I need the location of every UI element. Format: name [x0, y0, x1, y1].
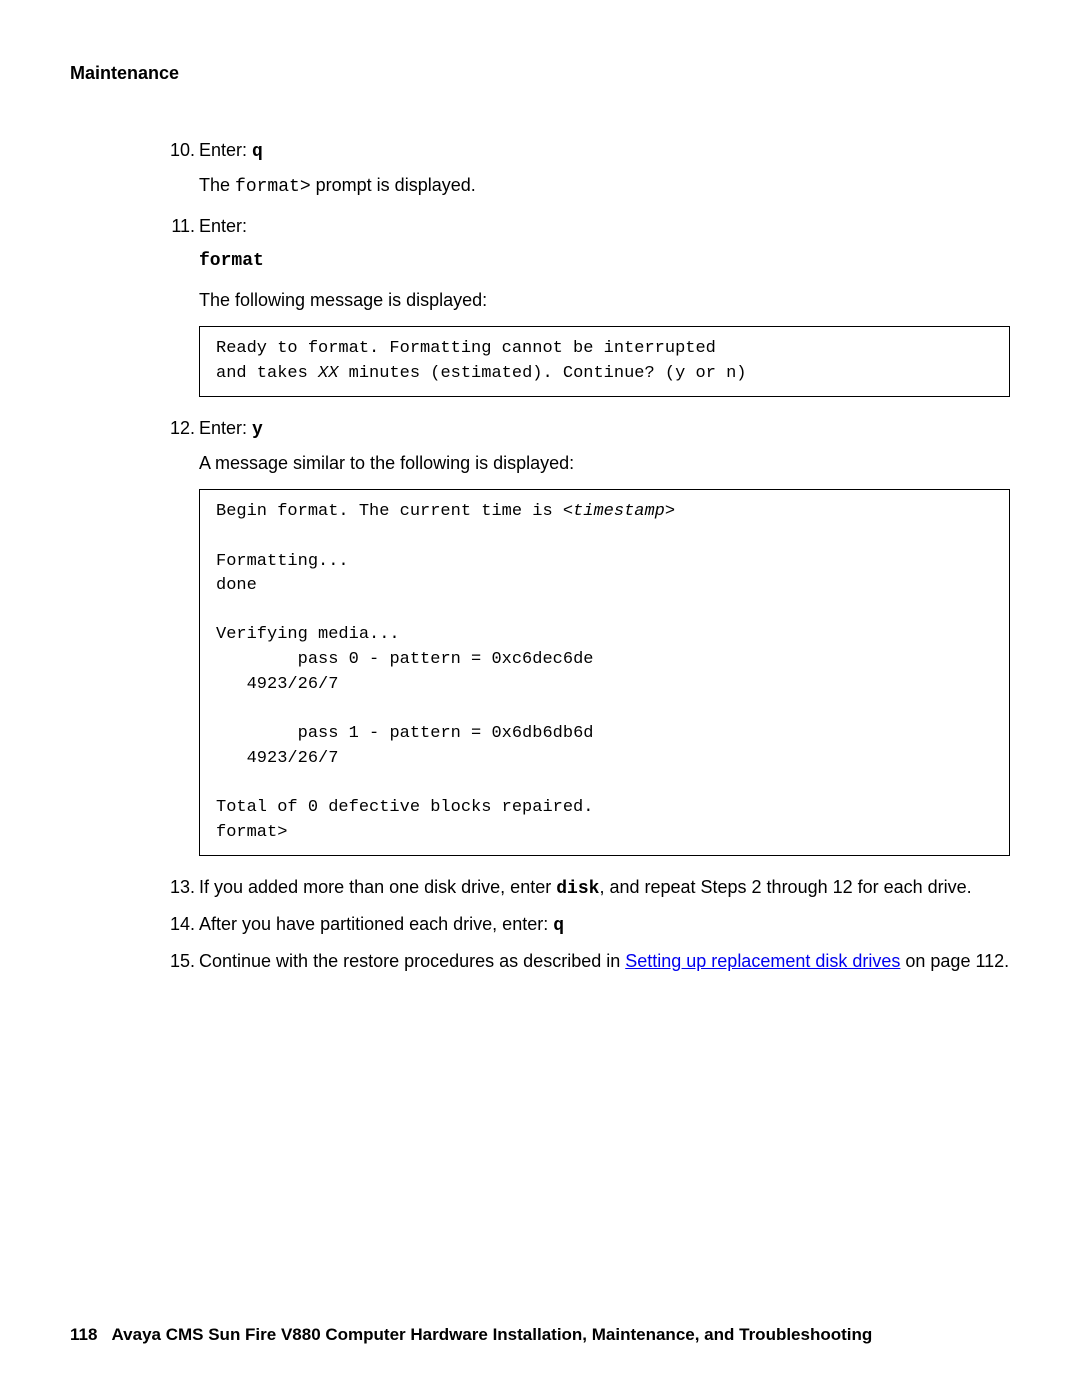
- step-13: 13. If you added more than one disk driv…: [163, 874, 1010, 903]
- link-setting-up-replacement-disk-drives[interactable]: Setting up replacement disk drives: [625, 951, 900, 971]
- step-number: 12.: [163, 415, 195, 444]
- step-11: 11. Enter:: [163, 213, 1010, 240]
- code-line: 4923/26/7: [216, 749, 338, 768]
- step-10-sub: The format> prompt is displayed.: [199, 172, 1010, 201]
- page-footer: 118 Avaya CMS Sun Fire V880 Computer Har…: [70, 1322, 1010, 1348]
- step-10: 10. Enter: q: [163, 137, 1010, 166]
- command-text: q: [252, 142, 263, 162]
- step-body: Enter: q: [199, 137, 1010, 166]
- command-text: y: [252, 420, 263, 440]
- step-number: 10.: [163, 137, 195, 166]
- command-text: q: [553, 916, 564, 936]
- code-line: Formatting...: [216, 552, 349, 571]
- code-line: 4923/26/7: [216, 675, 338, 694]
- text: The: [199, 175, 235, 195]
- step-text: , and repeat Steps 2 through 12 for each…: [599, 877, 971, 897]
- content-body: 10. Enter: q The format> prompt is displ…: [163, 137, 1010, 975]
- code-line: Begin format. The current time is: [216, 502, 563, 521]
- code-italic: XX: [318, 364, 338, 383]
- page-number: 118: [70, 1325, 97, 1344]
- section-header: Maintenance: [70, 60, 1010, 87]
- step-text: After you have partitioned each drive, e…: [199, 914, 553, 934]
- text: A message similar to the following is di…: [199, 453, 574, 473]
- code-line: Verifying media...: [216, 625, 400, 644]
- step-body: If you added more than one disk drive, e…: [199, 874, 1010, 903]
- code-line: minutes (estimated). Continue? (y or n): [338, 364, 746, 383]
- step-body: Enter:: [199, 213, 1010, 240]
- step-number: 11.: [163, 213, 195, 240]
- step-body: Continue with the restore procedures as …: [199, 948, 1010, 975]
- step-number: 13.: [163, 874, 195, 903]
- step-text: Enter:: [199, 140, 252, 160]
- code-line: Total of 0 defective blocks repaired.: [216, 798, 593, 817]
- text: prompt is displayed.: [311, 175, 476, 195]
- code-block-format-output: Begin format. The current time is <times…: [199, 489, 1010, 856]
- step-text: Continue with the restore procedures as …: [199, 951, 625, 971]
- footer-title: Avaya CMS Sun Fire V880 Computer Hardwar…: [112, 1325, 873, 1344]
- step-12: 12. Enter: y: [163, 415, 1010, 444]
- step-text: on page 112.: [900, 951, 1009, 971]
- code-block-format-ready: Ready to format. Formatting cannot be in…: [199, 326, 1010, 397]
- step-body: After you have partitioned each drive, e…: [199, 911, 1010, 940]
- code-line: pass 1 - pattern = 0x6db6db6d: [216, 724, 593, 743]
- step-body: Enter: y: [199, 415, 1010, 444]
- code-line: and takes: [216, 364, 318, 383]
- step-text: Enter:: [199, 418, 252, 438]
- command-text: disk: [556, 879, 599, 899]
- step-number: 15.: [163, 948, 195, 975]
- code-line: Ready to format. Formatting cannot be in…: [216, 339, 716, 358]
- step-15: 15. Continue with the restore procedures…: [163, 948, 1010, 975]
- step-11-cmd: format: [199, 246, 1010, 275]
- step-12-sub: A message similar to the following is di…: [199, 450, 1010, 477]
- prompt-text: format>: [235, 177, 311, 197]
- step-11-sub: The following message is displayed:: [199, 287, 1010, 314]
- code-italic: <timestamp>: [563, 502, 675, 521]
- step-number: 14.: [163, 911, 195, 940]
- step-14: 14. After you have partitioned each driv…: [163, 911, 1010, 940]
- step-text: Enter:: [199, 216, 247, 236]
- step-text: If you added more than one disk drive, e…: [199, 877, 556, 897]
- code-line: done: [216, 576, 257, 595]
- code-line: format>: [216, 823, 287, 842]
- code-line: pass 0 - pattern = 0xc6dec6de: [216, 650, 593, 669]
- text: The following message is displayed:: [199, 290, 487, 310]
- command-text: format: [199, 251, 264, 271]
